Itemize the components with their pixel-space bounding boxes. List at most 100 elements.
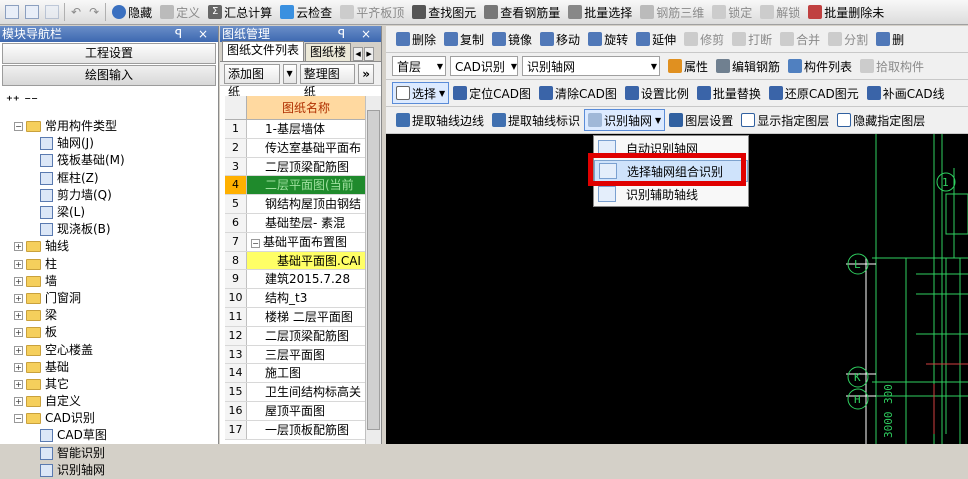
tree-item[interactable]: 框柱(Z)	[0, 170, 218, 187]
expand-icon[interactable]: +	[14, 311, 23, 321]
tree-item[interactable]: 轴网(J)	[0, 135, 218, 152]
table-row[interactable]: 1 1-基层墙体	[225, 120, 365, 139]
show-layer-button[interactable]: 显示指定图层	[737, 109, 833, 131]
tab-drawing-floor[interactable]: 图纸楼	[305, 43, 352, 61]
toolbar-hide[interactable]: 隐藏	[108, 1, 156, 23]
menu-item-select-axis-combo-recognize[interactable]: 选择轴网组合识别	[594, 160, 748, 182]
edit-move-button[interactable]: 移动	[536, 28, 584, 50]
expand-icon[interactable]: +	[14, 242, 23, 252]
table-row[interactable]: 15 卫生间结构标高关	[225, 383, 365, 402]
toolbar-batch-select[interactable]: 批量选择	[564, 1, 636, 23]
tree-item[interactable]: + 基础	[0, 359, 218, 376]
expand-icon[interactable]: +	[14, 293, 23, 303]
drawing-name-cell[interactable]: 结构_t3	[247, 289, 365, 307]
collapse-icon[interactable]: −	[14, 122, 23, 132]
drawing-name-cell[interactable]: 施工图	[247, 364, 365, 382]
layer-settings-button[interactable]: 图层设置	[665, 109, 737, 131]
toolbar-align-top[interactable]: 平齐板顶	[336, 1, 408, 23]
table-row[interactable]: 11 楼梯 二层平面图	[225, 307, 365, 327]
toolbar-sum[interactable]: Σ 汇总计算	[204, 1, 276, 23]
toolbar-lock[interactable]: 锁定	[708, 1, 756, 23]
table-row[interactable]: 5 钢结构屋顶由钢结	[225, 195, 365, 214]
cad-draw-cad-line-button[interactable]: 补画CAD线	[863, 82, 949, 104]
recognize-axis-button[interactable]: 识别轴网 ▼	[584, 109, 666, 131]
hide-layer-button[interactable]: 隐藏指定图层	[833, 109, 929, 131]
expand-icon[interactable]: +	[14, 345, 23, 355]
tree-item[interactable]: 识别轴网	[0, 462, 218, 479]
attribute-button[interactable]: 属性	[664, 55, 712, 77]
tree-item[interactable]: + 门窗洞	[0, 290, 218, 307]
drawing-name-cell[interactable]: − 基础平面布置图	[247, 233, 365, 251]
drawing-name-cell[interactable]: 传达室基础平面布	[247, 139, 365, 157]
tree-item[interactable]: + 板	[0, 324, 218, 341]
table-row[interactable]: 6 基础垫层- 素混	[225, 213, 365, 233]
tab-scroll-left-icon[interactable]: ◀	[353, 47, 364, 61]
save-icon[interactable]	[45, 5, 59, 19]
table-row[interactable]: 2 传达室基础平面布	[225, 138, 365, 158]
drawing-name-cell[interactable]: 楼梯 二层平面图	[247, 308, 365, 326]
drawing-name-cell[interactable]: 基础平面图.CAI	[247, 251, 365, 270]
toolbar-rebar-3d[interactable]: 钢筋三维	[636, 1, 708, 23]
extract-axis-label-button[interactable]: 提取轴线标识	[488, 109, 584, 131]
undo-icon[interactable]: ↶	[67, 1, 85, 23]
extract-axis-edge-button[interactable]: 提取轴线边线	[392, 109, 488, 131]
drawing-name-cell[interactable]: 二层平面图(当前	[247, 176, 365, 195]
open-folder-icon[interactable]	[25, 5, 39, 19]
cad-batch-replace-button[interactable]: 批量替换	[693, 82, 765, 104]
select-button[interactable]: 选择 ▼	[392, 82, 450, 104]
table-row[interactable]: 16 屋顶平面图	[225, 401, 365, 421]
more-tools-icon[interactable]: »	[358, 63, 374, 84]
collapse-icon[interactable]: −	[14, 414, 23, 424]
drawing-name-cell[interactable]: 卫生间结构标高关	[247, 383, 365, 401]
drawing-list-scrollbar[interactable]	[365, 96, 381, 444]
cad-scale-button[interactable]: 设置比例	[621, 82, 693, 104]
tree-item[interactable]: 筏板基础(M)	[0, 152, 218, 169]
recognize-type-select[interactable]: 识别轴网 ▼	[522, 56, 660, 76]
tree-item[interactable]: 剪力墙(Q)	[0, 187, 218, 204]
expand-icon[interactable]: +	[14, 397, 23, 407]
tree-item[interactable]: + 轴线	[0, 238, 218, 255]
edit-extend-button[interactable]: 延伸	[632, 28, 680, 50]
table-row[interactable]: 9 建筑2015.7.28	[225, 270, 365, 290]
table-row[interactable]: 4 二层平面图(当前	[225, 176, 365, 196]
panel-pin-close-icons[interactable]: ꟼ ×	[175, 26, 218, 42]
drawing-name-cell[interactable]: 1-基层墙体	[247, 120, 365, 138]
tree-item[interactable]: + 梁	[0, 307, 218, 324]
expand-icon[interactable]: +	[14, 362, 23, 372]
toolbar-unlock[interactable]: 解锁	[756, 1, 804, 23]
toolbar-find[interactable]: 查找图元	[408, 1, 480, 23]
edit-delete-button[interactable]: 删	[872, 28, 908, 50]
drawing-name-cell[interactable]: 建筑2015.7.28	[247, 270, 365, 288]
tree-item[interactable]: + 墙	[0, 273, 218, 290]
collapse-icon[interactable]: −	[251, 238, 260, 248]
tree-item[interactable]: − CAD识别	[0, 410, 218, 427]
edit-copy-button[interactable]: 复制	[440, 28, 488, 50]
table-row[interactable]: 10 结构_t3	[225, 289, 365, 308]
tree-item[interactable]: + 柱	[0, 256, 218, 273]
edit-delete-button[interactable]: 删除	[392, 28, 440, 50]
toolbar-view-rebar[interactable]: 查看钢筋量	[480, 1, 564, 23]
tree-item[interactable]: + 其它	[0, 376, 218, 393]
menu-item-auto-recognize-axis[interactable]: 自动识别轴网	[594, 137, 748, 159]
edit-trim-button[interactable]: 修剪	[680, 28, 728, 50]
tree-item[interactable]: 梁(L)	[0, 204, 218, 221]
cad-mode-select[interactable]: CAD识别 ▼	[450, 56, 518, 76]
pick-component-button[interactable]: 拾取构件	[856, 55, 928, 77]
drawing-name-cell[interactable]: 屋顶平面图	[247, 402, 365, 420]
toolbar-batch-delete[interactable]: 批量删除未	[804, 1, 888, 23]
toolbar-cloud-check[interactable]: 云检查	[276, 1, 336, 23]
cad-clear-cad-button[interactable]: 清除CAD图	[535, 82, 621, 104]
floor-select[interactable]: 首层 ▼	[392, 56, 446, 76]
expand-collapse-all-icons[interactable]: ⁺⁺ ⁻⁻	[6, 94, 38, 109]
expand-icon[interactable]: +	[14, 379, 23, 389]
drawing-name-cell[interactable]: 钢结构屋顶由钢结	[247, 195, 365, 213]
toolbar-define[interactable]: 定义	[156, 1, 204, 23]
tab-scroll-right-icon[interactable]: ▶	[364, 47, 375, 61]
table-row[interactable]: 17 一层顶板配筋图	[225, 420, 365, 440]
sort-drawing-button[interactable]: 整理图纸	[299, 63, 356, 99]
tree-item[interactable]: 现浇板(B)	[0, 221, 218, 238]
edit-mirror-button[interactable]: 镜像	[488, 28, 536, 50]
menu-item-recognize-aux-axis[interactable]: 识别辅助轴线	[594, 183, 748, 205]
table-row[interactable]: 7− 基础平面布置图	[225, 232, 365, 252]
table-row[interactable]: 8 基础平面图.CAI	[225, 251, 365, 271]
